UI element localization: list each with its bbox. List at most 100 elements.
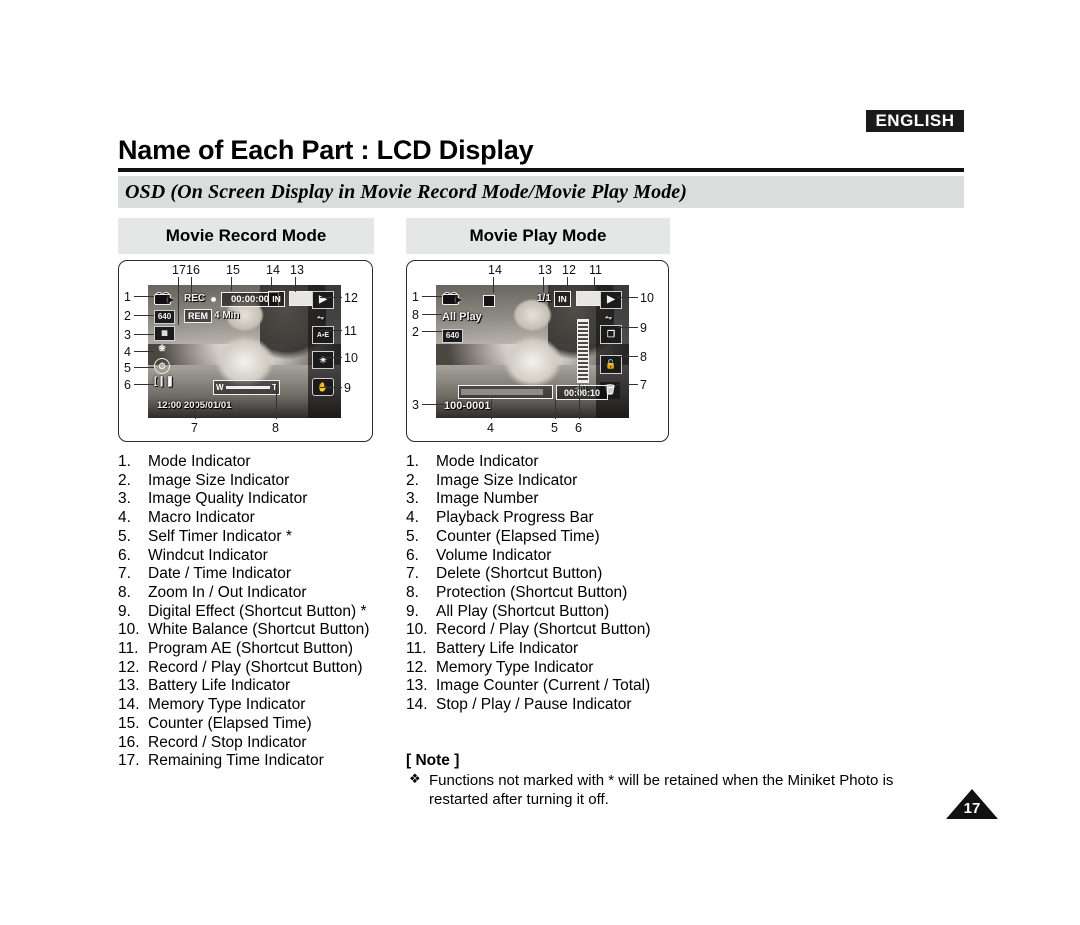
leader-4 xyxy=(134,351,154,353)
white-balance-shortcut-button[interactable]: ☀ xyxy=(312,351,334,369)
image-quality-indicator-icon: ▦ xyxy=(154,326,175,341)
callout-3: 3 xyxy=(124,328,131,342)
legend-item: 14. Memory Type Indicator xyxy=(118,696,398,715)
leader-play-7 xyxy=(617,384,638,386)
legend-item-label: Mode Indicator xyxy=(436,453,539,470)
legend-item-index: 8. xyxy=(118,583,131,601)
leader-3 xyxy=(134,334,154,336)
mic-level-icon: ⥊ xyxy=(317,312,325,322)
callout-play-3: 3 xyxy=(412,398,419,412)
legend-item: 5. Self Timer Indicator * xyxy=(118,528,398,547)
callout-play-8: 8 xyxy=(640,350,647,364)
legend-item-index: 10. xyxy=(406,621,428,639)
legend-item-label: Image Number xyxy=(436,490,539,508)
legend-item-label: Program AE (Shortcut Button) xyxy=(148,640,354,658)
legend-item-index: 13. xyxy=(406,677,428,695)
legend-item-index: 14. xyxy=(406,696,428,714)
legend-item-label: Image Size Indicator xyxy=(148,471,290,489)
legend-item: 6. Windcut Indicator xyxy=(118,547,398,566)
callout-play-9: 9 xyxy=(640,321,647,335)
legend-item: 15. Counter (Elapsed Time) xyxy=(118,715,398,734)
leader-play-9 xyxy=(617,327,638,329)
legend-item: 12. Memory Type Indicator xyxy=(406,659,696,678)
legend-item-label: Record / Play (Shortcut Button) xyxy=(436,621,651,639)
all-play-shortcut-label: All Play xyxy=(442,311,482,323)
legend-item-index: 5. xyxy=(118,527,131,545)
legend-item-index: 8. xyxy=(406,583,419,601)
legend-item-label: Counter (Elapsed Time) xyxy=(148,714,312,732)
legend-item-index: 2. xyxy=(406,471,419,489)
record-play-shortcut-button[interactable]: ▶ xyxy=(312,291,334,309)
legend-item-label: All Play (Shortcut Button) xyxy=(436,602,610,620)
legend-item: 6. Volume Indicator xyxy=(406,547,696,566)
callout-13: 13 xyxy=(290,263,304,277)
legend-item: 16. Record / Stop Indicator xyxy=(118,734,398,753)
memory-type-indicator: IN xyxy=(268,291,285,307)
legend-item-label: Playback Progress Bar xyxy=(436,509,594,527)
legend-item-index: 1. xyxy=(118,453,131,470)
legend-item-label: Memory Type Indicator xyxy=(148,696,306,714)
zoom-track xyxy=(225,386,271,389)
zoom-in-out-indicator: W T xyxy=(213,380,280,395)
callout-play-11: 11 xyxy=(589,263,602,277)
legend-item: 4. Macro Indicator xyxy=(118,509,398,528)
leader-13 xyxy=(295,277,297,292)
callout-9: 9 xyxy=(344,381,351,395)
page-number: 17 xyxy=(963,800,981,817)
tab-movie-record-mode: Movie Record Mode xyxy=(118,218,374,254)
legend-item: 13. Battery Life Indicator xyxy=(118,677,398,696)
leader-9 xyxy=(320,387,342,389)
self-timer-indicator-icon: ⏱ xyxy=(154,358,170,374)
leader-play-6 xyxy=(579,385,581,419)
volume-indicator xyxy=(577,319,589,383)
legend-item-index: 5. xyxy=(406,527,419,545)
leader-10 xyxy=(320,357,342,359)
legend-item-index: 7. xyxy=(406,565,419,583)
callout-17: 17 xyxy=(172,263,186,277)
callout-4: 4 xyxy=(124,345,131,359)
legend-item-label: Stop / Play / Pause Indicator xyxy=(436,696,632,714)
legend-item-label: Memory Type Indicator xyxy=(436,658,594,676)
record-dot-icon xyxy=(211,297,216,302)
leader-play-4 xyxy=(491,399,493,419)
leader-17 xyxy=(178,277,180,325)
legend-item-index: 3. xyxy=(118,490,131,508)
legend-item-index: 17. xyxy=(118,752,140,770)
legend-item: 3. Image Number xyxy=(406,490,696,509)
lcd-screen-record: REC 00:00:00 REM 4 Min 640 ▦ ❀ ⏱ [❙❚ IN … xyxy=(148,285,341,418)
legend-item-index: 4. xyxy=(118,509,131,527)
legend-item-index: 11. xyxy=(118,640,139,658)
legend-item: 9. All Play (Shortcut Button) xyxy=(406,603,696,622)
page-title: Name of Each Part : LCD Display xyxy=(118,135,534,165)
legend-item-index: 4. xyxy=(406,509,419,527)
legend-item-index: 6. xyxy=(406,546,419,564)
tab-movie-play-mode: Movie Play Mode xyxy=(406,218,670,254)
legend-movie-record-mode: 1. Mode Indicator 2. Image Size Indicator 3.… xyxy=(118,453,398,771)
callout-14: 14 xyxy=(266,263,280,277)
callout-16: 16 xyxy=(186,263,200,277)
playback-progress-bar[interactable] xyxy=(458,385,553,399)
legend-item-label: Windcut Indicator xyxy=(148,546,268,564)
callout-1: 1 xyxy=(124,290,131,304)
macro-indicator-icon: ❀ xyxy=(158,343,166,353)
callout-2: 2 xyxy=(124,309,131,323)
protection-shortcut-button[interactable]: 🔓 xyxy=(600,355,622,374)
legend-item-label: Battery Life Indicator xyxy=(436,640,579,658)
program-ae-shortcut-button[interactable]: A▪E xyxy=(312,326,334,344)
leader-5 xyxy=(134,367,154,369)
mic-level-icon: ⥊ xyxy=(605,312,613,322)
leader-play-8 xyxy=(617,356,638,358)
legend-item-index: 2. xyxy=(118,471,131,489)
leader-7 xyxy=(195,403,197,419)
legend-item-label: Image Quality Indicator xyxy=(148,490,308,508)
legend-item-index: 7. xyxy=(118,565,131,583)
legend-item: 10. Record / Play (Shortcut Button) xyxy=(406,621,696,640)
image-size-indicator: 640 xyxy=(442,329,463,343)
record-stop-indicator: REC xyxy=(184,293,206,304)
record-play-shortcut-button[interactable]: ▶ xyxy=(600,291,622,309)
section-subtitle: OSD (On Screen Display in Movie Record M… xyxy=(125,180,688,203)
legend-item: 3. Image Quality Indicator xyxy=(118,490,398,509)
legend-item: 9. Digital Effect (Shortcut Button) * xyxy=(118,603,398,622)
legend-item-index: 11. xyxy=(406,640,427,658)
leader-play-8l xyxy=(422,314,442,316)
